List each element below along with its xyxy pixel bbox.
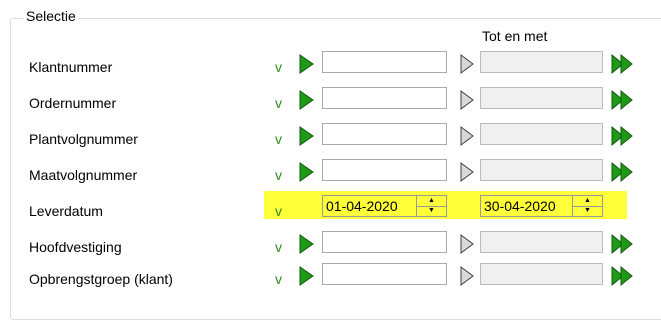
selection-row-plantvolgnummer: Plantvolgnummer v — [0, 123, 661, 157]
play-icon[interactable] — [296, 161, 316, 183]
play-outline-icon[interactable] — [456, 265, 476, 287]
to-column-header: Tot en met — [482, 28, 548, 44]
spin-down-icon[interactable]: ▼ — [573, 206, 602, 216]
from-input[interactable] — [322, 159, 447, 181]
checkmark-v-icon[interactable]: v — [275, 95, 282, 111]
from-input[interactable] — [322, 87, 447, 109]
date-spinner[interactable]: ▲ ▼ — [572, 196, 602, 216]
fast-forward-icon[interactable] — [610, 161, 638, 183]
play-icon[interactable] — [296, 265, 316, 287]
fast-forward-icon[interactable] — [610, 233, 638, 255]
row-label: Leverdatum — [29, 203, 103, 219]
play-icon[interactable] — [296, 89, 316, 111]
from-date-picker[interactable]: 01-04-2020 ▲ ▼ — [322, 195, 447, 217]
checkmark-v-icon[interactable]: v — [275, 59, 282, 75]
play-outline-icon[interactable] — [456, 89, 476, 111]
row-label: Ordernummer — [29, 95, 117, 111]
from-input[interactable] — [322, 123, 447, 145]
to-input[interactable] — [480, 87, 603, 109]
group-title: Selectie — [23, 8, 79, 24]
from-input[interactable] — [322, 263, 447, 285]
checkmark-v-icon[interactable]: v — [275, 167, 282, 183]
play-outline-icon[interactable] — [456, 53, 476, 75]
selection-row-hoofdvestiging: Hoofdvestiging v — [0, 231, 661, 265]
checkmark-v-icon[interactable]: v — [275, 239, 282, 255]
play-icon[interactable] — [296, 53, 316, 75]
selection-row-maatvolgnummer: Maatvolgnummer v — [0, 159, 661, 193]
fast-forward-icon[interactable] — [610, 265, 638, 287]
play-outline-icon[interactable] — [456, 125, 476, 147]
fast-forward-icon[interactable] — [610, 125, 638, 147]
fast-forward-icon[interactable] — [610, 89, 638, 111]
play-icon[interactable] — [296, 233, 316, 255]
spin-down-icon[interactable]: ▼ — [417, 206, 446, 216]
checkmark-v-icon[interactable]: v — [275, 271, 282, 287]
play-icon[interactable] — [296, 125, 316, 147]
to-input[interactable] — [480, 51, 603, 73]
row-label: Plantvolgnummer — [29, 131, 138, 147]
selection-row-leverdatum: Leverdatum v 01-04-2020 ▲ ▼ 30-04-2020 ▲… — [0, 191, 661, 229]
from-input[interactable] — [322, 51, 447, 73]
selection-row-ordernummer: Ordernummer v — [0, 87, 661, 121]
to-date-value: 30-04-2020 — [484, 198, 556, 214]
play-outline-icon[interactable] — [456, 233, 476, 255]
from-input[interactable] — [322, 231, 447, 253]
selection-row-opbrengstgroep: Opbrengstgroep (klant) v — [0, 263, 661, 297]
to-input[interactable] — [480, 123, 603, 145]
fast-forward-icon[interactable] — [610, 53, 638, 75]
row-label: Klantnummer — [29, 59, 113, 75]
checkmark-v-icon[interactable]: v — [275, 131, 282, 147]
to-input[interactable] — [480, 159, 603, 181]
date-spinner[interactable]: ▲ ▼ — [416, 196, 446, 216]
to-input[interactable] — [480, 231, 603, 253]
to-input[interactable] — [480, 263, 603, 285]
checkmark-v-icon[interactable]: v — [275, 203, 282, 219]
play-outline-icon[interactable] — [456, 161, 476, 183]
selection-row-klantnummer: Klantnummer v — [0, 51, 661, 85]
row-label: Maatvolgnummer — [29, 167, 138, 183]
row-label: Opbrengstgroep (klant) — [29, 271, 173, 287]
row-label: Hoofdvestiging — [29, 239, 122, 255]
to-date-picker[interactable]: 30-04-2020 ▲ ▼ — [480, 195, 603, 217]
from-date-value: 01-04-2020 — [326, 198, 398, 214]
